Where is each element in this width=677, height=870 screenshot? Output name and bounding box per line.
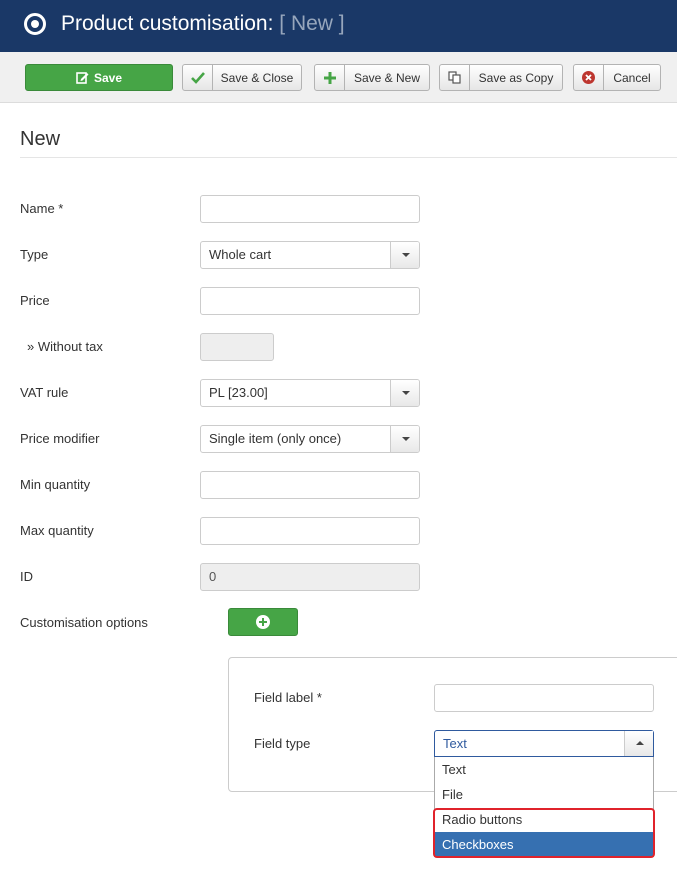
chevron-up-icon[interactable]: [624, 731, 653, 756]
plus-circle-icon: [256, 615, 270, 629]
id-field: 0: [200, 563, 420, 591]
customisation-options-label: Customisation options: [20, 615, 148, 630]
type-select[interactable]: Whole cart: [200, 241, 420, 269]
save-new-label: Save & New: [353, 70, 421, 85]
dropdown-option-file[interactable]: File: [435, 782, 653, 807]
without-tax-field: [200, 333, 274, 361]
edit-icon: [76, 72, 89, 84]
max-quantity-label: Max quantity: [20, 523, 94, 538]
field-type-select[interactable]: Text: [434, 730, 654, 757]
max-quantity-input[interactable]: [200, 517, 420, 545]
field-type-label: Field type: [254, 736, 311, 751]
vat-rule-value: PL [23.00]: [209, 385, 268, 400]
header-title: Product customisation:: [61, 12, 274, 35]
save-button[interactable]: Save: [25, 64, 173, 91]
copy-icon: [440, 65, 470, 90]
save-copy-button[interactable]: Save as Copy: [439, 64, 563, 91]
field-label-label: Field label *: [254, 690, 322, 705]
price-input[interactable]: [200, 287, 420, 315]
header-subtitle: [ New ]: [279, 12, 345, 35]
cancel-button[interactable]: Cancel: [573, 64, 661, 91]
name-label: Name *: [20, 201, 64, 216]
plus-icon: [315, 65, 345, 90]
field-label-input[interactable]: [434, 684, 654, 712]
vat-rule-label: VAT rule: [20, 385, 69, 400]
joomla-target-icon: [24, 13, 46, 35]
page-title-bar: Product customisation: [ New ]: [61, 12, 345, 36]
type-label: Type: [20, 247, 49, 262]
type-select-value: Whole cart: [209, 247, 272, 262]
cancel-label: Cancel: [613, 70, 651, 85]
add-option-button[interactable]: [228, 608, 298, 636]
dropdown-option-radio-buttons[interactable]: Radio buttons: [435, 807, 653, 832]
dropdown-option-checkboxes[interactable]: Checkboxes: [435, 832, 653, 857]
min-quantity-label: Min quantity: [20, 477, 91, 492]
chevron-down-icon[interactable]: [390, 242, 419, 268]
chevron-down-icon[interactable]: [390, 426, 419, 452]
cancel-icon: [574, 65, 604, 90]
dropdown-option-text[interactable]: Text: [435, 757, 653, 782]
heading-divider: [20, 157, 677, 158]
min-quantity-input[interactable]: [200, 471, 420, 499]
check-icon: [183, 65, 213, 90]
save-new-button[interactable]: Save & New: [314, 64, 430, 91]
page-heading: New: [20, 128, 61, 150]
page-header: Product customisation: [ New ]: [0, 0, 677, 52]
save-button-label: Save: [93, 70, 123, 85]
field-type-selected-value: Text: [443, 736, 467, 751]
price-modifier-select[interactable]: Single item (only once): [200, 425, 420, 453]
price-modifier-label: Price modifier: [20, 431, 100, 446]
vat-rule-select[interactable]: PL [23.00]: [200, 379, 420, 407]
save-close-button[interactable]: Save & Close: [182, 64, 302, 91]
id-label: ID: [20, 569, 33, 584]
without-tax-label: » Without tax: [27, 339, 103, 354]
name-input[interactable]: [200, 195, 420, 223]
save-close-label: Save & Close: [220, 70, 294, 85]
chevron-down-icon[interactable]: [390, 380, 419, 406]
save-copy-label: Save as Copy: [478, 70, 554, 85]
price-modifier-value: Single item (only once): [209, 431, 342, 446]
field-type-dropdown-list: Text File Radio buttons Checkboxes: [434, 757, 654, 857]
toolbar: Save Save & Close Save & New Save as Cop…: [0, 52, 677, 103]
price-label: Price: [20, 293, 50, 308]
